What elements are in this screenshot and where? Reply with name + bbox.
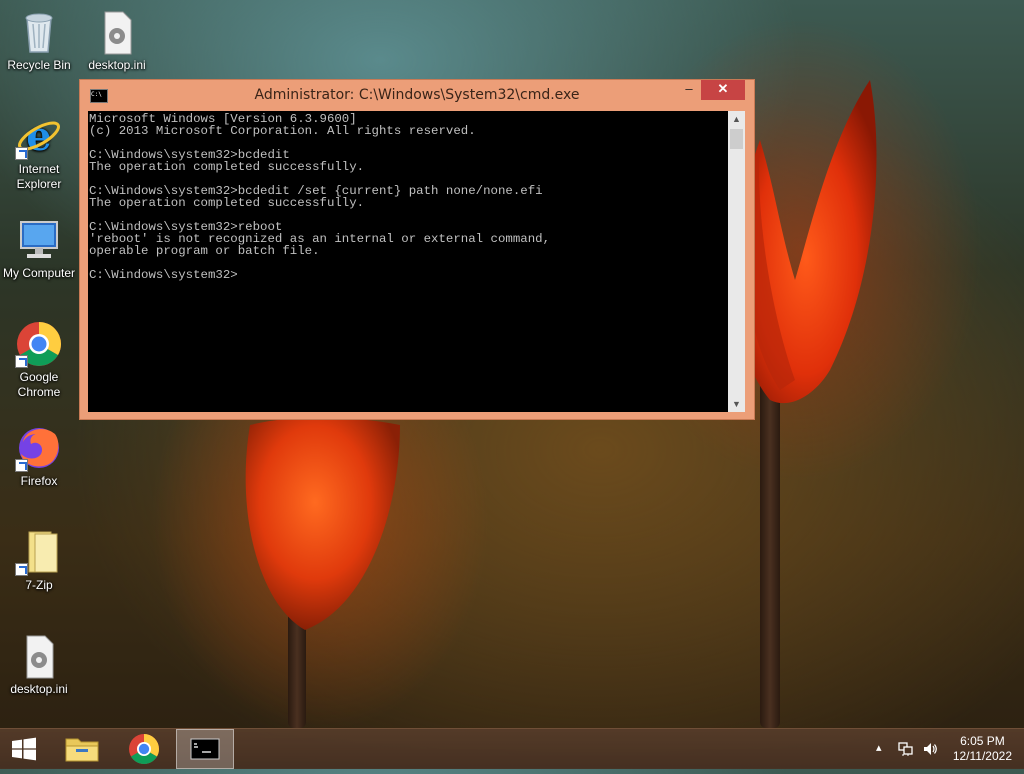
shortcut-arrow-icon <box>15 459 28 472</box>
minimize-button[interactable]: – <box>676 80 702 100</box>
settings-file-icon <box>15 632 63 680</box>
settings-file-icon <box>93 8 141 56</box>
taskbar: ▴ 6:05 PM 12/11/2022 <box>0 728 1024 769</box>
desktop-icon-google-chrome[interactable]: Google Chrome <box>0 320 78 400</box>
command-prompt-icon <box>190 738 220 760</box>
taskbar-file-explorer[interactable] <box>54 729 110 769</box>
console-output[interactable]: Microsoft Windows [Version 6.3.9600] (c)… <box>88 111 728 412</box>
cmd-window[interactable]: C:\ Administrator: C:\Windows\System32\c… <box>79 79 755 420</box>
wallpaper-tulip <box>245 417 400 630</box>
desktop-icon-label: Recycle Bin <box>7 58 71 72</box>
volume-icon[interactable] <box>922 741 938 757</box>
desktop-icon-my-computer[interactable]: My Computer <box>0 216 78 281</box>
clock-time: 6:05 PM <box>960 734 1005 748</box>
network-icon[interactable] <box>898 741 914 757</box>
wallpaper-tulip-stem <box>760 380 780 728</box>
show-hidden-icons-button[interactable]: ▴ <box>876 741 882 754</box>
shortcut-arrow-icon <box>15 147 28 160</box>
desktop-icon-label: Internet Explorer <box>16 162 62 191</box>
desktop-icon-label: desktop.ini <box>88 58 146 72</box>
window-title: Administrator: C:\Windows\System32\cmd.e… <box>254 87 580 103</box>
firefox-icon <box>15 424 63 472</box>
internet-explorer-icon: e <box>15 112 63 160</box>
vertical-scrollbar[interactable]: ▲ ▼ <box>728 111 745 412</box>
start-button[interactable] <box>0 729 48 769</box>
chrome-icon <box>15 320 63 368</box>
close-button[interactable]: ✕ <box>701 80 745 100</box>
desktop-icon-label: Google Chrome <box>17 370 61 399</box>
desktop-icon-7zip[interactable]: 7-Zip <box>0 528 78 593</box>
file-explorer-icon <box>65 738 99 762</box>
console-text: Microsoft Windows [Version 6.3.9600] (c)… <box>89 112 551 282</box>
desktop-icon-desktop-ini[interactable]: desktop.ini <box>0 632 78 697</box>
desktop-icon-firefox[interactable]: Firefox <box>0 424 78 489</box>
scroll-up-icon[interactable]: ▲ <box>728 111 745 127</box>
desktop-icon-label: Firefox <box>20 474 58 488</box>
shortcut-arrow-icon <box>15 563 28 576</box>
clock-date: 12/11/2022 <box>952 749 1012 763</box>
desktop-icon-label: 7-Zip <box>25 578 53 592</box>
svg-text:e: e <box>26 113 51 160</box>
chrome-icon <box>129 734 159 765</box>
desktop-icon-label: My Computer <box>2 266 76 280</box>
taskbar-chrome[interactable] <box>116 729 172 769</box>
recycle-bin-icon <box>15 8 63 56</box>
folder-icon <box>15 528 63 576</box>
computer-icon <box>15 216 63 264</box>
clock[interactable]: 6:05 PM 12/11/2022 <box>953 734 1012 764</box>
scroll-down-icon[interactable]: ▼ <box>728 396 745 412</box>
window-titlebar[interactable]: C:\ Administrator: C:\Windows\System32\c… <box>80 80 754 110</box>
system-tray: ▴ 6:05 PM 12/11/2022 <box>870 729 1024 769</box>
desktop-icon-internet-explorer[interactable]: e Internet Explorer <box>0 112 78 192</box>
desktop-icon-label: desktop.ini <box>10 682 68 696</box>
taskbar-command-prompt[interactable] <box>176 729 234 769</box>
scroll-thumb[interactable] <box>730 129 743 149</box>
shortcut-arrow-icon <box>15 355 28 368</box>
desktop-icon-recycle-bin[interactable]: Recycle Bin <box>0 8 78 73</box>
desktop-icon-desktop-ini[interactable]: desktop.ini <box>78 8 156 73</box>
start-icon <box>12 737 36 761</box>
